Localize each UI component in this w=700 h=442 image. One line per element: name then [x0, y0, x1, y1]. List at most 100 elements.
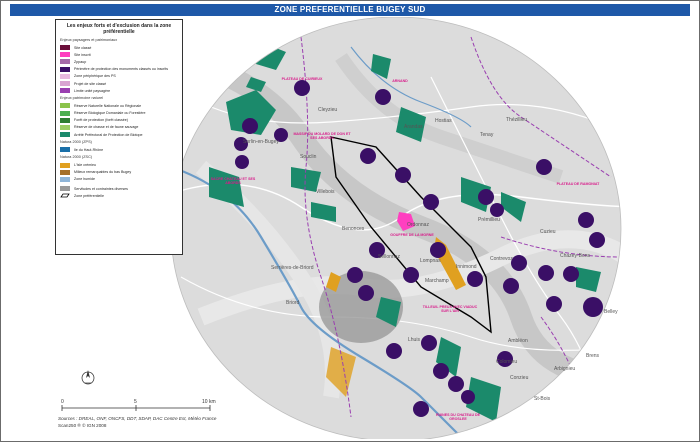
- legend-naturel-swatch: [60, 132, 70, 138]
- town-label: Belley: [604, 309, 618, 315]
- legend-paysage-swatch: [60, 81, 70, 87]
- town-label: Ordonnaz: [407, 222, 429, 228]
- town-label: Villebois: [316, 189, 335, 195]
- legend-paysage-swatch: [60, 59, 70, 65]
- town-label: Tenay: [480, 132, 494, 138]
- legend-paysage-item: Site inscrit: [60, 51, 178, 58]
- legend-naturel-label: Arrêté Préfectoral de Protection de Biot…: [74, 132, 143, 137]
- town-label: Prémillieu: [478, 217, 500, 223]
- legend-paysage-label: Limite unité paysagère: [74, 88, 111, 93]
- scale-bar: 0 5 10 km: [61, 399, 216, 411]
- legend-title: Les enjeux forts et d'exclusion dans la …: [66, 23, 172, 35]
- town-label: Lhuis: [408, 337, 420, 343]
- town-label: Benonces: [342, 226, 365, 232]
- legend-naturel-list: Réserve Naturelle Nationale ou Régionale…: [60, 102, 178, 138]
- town-label: Lompnas: [420, 258, 441, 264]
- town-label: Sellonnaz: [378, 254, 400, 260]
- legend-naturel-swatch: [60, 110, 70, 116]
- legend-paysage-label: Site inscrit: [74, 52, 91, 57]
- legend-naturel-item: Forêt de protection (forêt classée): [60, 117, 178, 124]
- legend-naturel-label: Forêt de protection (forêt classée): [74, 118, 128, 123]
- legend-paysage-swatch: [60, 66, 70, 72]
- north-arrow-icon: [81, 370, 95, 385]
- legend-section-paysage: Enjeux paysagers et patrimoniaux: [60, 38, 118, 42]
- town-label: Briord: [286, 300, 300, 306]
- legend-naturel-label: Réserve Naturelle Nationale ou Régionale: [74, 103, 142, 108]
- legend-item-zone-pref: Zone préférentielle: [60, 192, 178, 199]
- legend-paysage-swatch: [60, 45, 70, 51]
- map-title: ZONE PREFERENTIELLE BUGEY SUD: [10, 4, 690, 16]
- legend-naturel-swatch: [60, 124, 70, 130]
- town-label: Thézillieu: [506, 117, 528, 123]
- zone-outline-icon: [60, 193, 70, 198]
- town-label: Contrevoz: [490, 256, 513, 262]
- legend-paysage-label: Zppaup: [74, 59, 87, 64]
- town-label: Souclin: [300, 154, 317, 160]
- legend-section-zsc: Natura 2000 (ZSC): [60, 155, 93, 160]
- town-label: Marchamp: [425, 278, 449, 284]
- town-label: St-Bois: [534, 396, 551, 402]
- town-label: Colomieu: [496, 359, 518, 365]
- legend-zps-label: Ile du Haut-Rhône: [74, 147, 104, 152]
- legend-paysage-item: Site classé: [60, 44, 178, 51]
- town-label: Serrières-de-Briord: [271, 265, 314, 271]
- town-label: Arandas: [404, 124, 423, 130]
- town-label: Cuzieu: [540, 229, 556, 235]
- map-site-label: MASSIF DU MOLARD DE DON ET SES ABORDS: [293, 132, 351, 140]
- legend-paysage-label: Zone périphérique des PS: [74, 74, 116, 79]
- town-label: Conzieu: [510, 375, 529, 381]
- legend-paysage-label: Site classé: [74, 45, 92, 50]
- legend-naturel-item: Arrêté Préfectoral de Protection de Biot…: [60, 131, 178, 138]
- legend-paysage-label: Projet de site classé: [74, 81, 107, 86]
- town-label: Hostias: [435, 118, 452, 124]
- town-label: Chazey-Bons: [560, 253, 591, 259]
- legend-paysage-swatch: [60, 52, 70, 58]
- map-legend: Les enjeux forts et d'exclusion dans la …: [55, 19, 183, 255]
- legend-naturel-item: Réserve Naturelle Nationale ou Régionale: [60, 102, 178, 109]
- scale-tick-10: 10 km: [202, 399, 216, 405]
- legend-zsc-swatch: [60, 169, 70, 175]
- map-site-label: GOUFFRE DE LA MORNE: [390, 233, 434, 237]
- town-label: Brens: [586, 353, 600, 359]
- legend-section-naturel: Enjeux patrimoine naturel: [60, 96, 104, 101]
- legend-label-zone-pref: Zone préférentielle: [74, 193, 104, 198]
- legend-paysage-item: Limite unité paysagère: [60, 87, 178, 94]
- legend-zsc-swatch: [60, 176, 70, 182]
- legend-zps-item: Ile du Haut-Rhône: [60, 146, 178, 153]
- legend-naturel-item: Réserve de chasse et de faune sauvage: [60, 124, 178, 131]
- town-label: Arbignieu: [554, 366, 576, 372]
- legend-naturel-item: Réserve Biologique Domaniale ou Forestiè…: [60, 110, 178, 117]
- sources-credits: Sources : DREAL, ONF, ONCFS, DDT, SDAP, …: [58, 416, 217, 421]
- legend-paysage-item: Zone périphérique des PS: [60, 73, 178, 80]
- legend-swatch-servitudes: [60, 186, 70, 192]
- legend-naturel-swatch: [60, 103, 70, 109]
- legend-zsc-swatch: [60, 162, 70, 168]
- legend-naturel-label: Réserve de chasse et de faune sauvage: [74, 125, 139, 130]
- legend-paysage-swatch: [60, 73, 70, 79]
- legend-naturel-label: Réserve Biologique Domaniale ou Forestiè…: [74, 111, 146, 116]
- legend-paysage-list: Site classé Site inscrit Zppaup Périmètre d…: [60, 44, 178, 94]
- legend-paysage-item: Projet de site classé: [60, 80, 178, 87]
- legend-zsc-item: Milieux remarquables du bas Bugey: [60, 169, 178, 176]
- legend-zps-list: Ile du Haut-Rhône: [60, 146, 178, 153]
- legend-zsc-item: Zone humide: [60, 176, 178, 183]
- scale-tick-5: 5: [134, 399, 137, 405]
- legend-zsc-label: Milieux remarquables du bas Bugey: [74, 170, 132, 175]
- legend-zsc-item: L'Isle crémieu: [60, 161, 178, 168]
- map-site-label: PLATEAU DE RAMONIAT: [556, 182, 600, 186]
- legend-zsc-label: Zone humide: [74, 177, 95, 182]
- town-label: Cleyzieu: [318, 107, 338, 113]
- town-label: Innimond: [456, 264, 477, 270]
- map-site-label: SACRE CHATEAU ET SES ABORDS: [210, 177, 256, 185]
- town-label: Sorlin-en-Bugey: [243, 139, 279, 145]
- scale-tick-0: 0: [61, 399, 64, 405]
- map-site-label: RUINES DU CHATEAU DE GROSLEE: [435, 413, 481, 421]
- town-label: Ambléon: [508, 338, 528, 344]
- legend-paysage-item: Périmètre de protection des monuments cl…: [60, 66, 178, 73]
- legend-item-servitudes: Servitudes et contraintes diverses: [60, 185, 178, 192]
- legend-naturel-swatch: [60, 117, 70, 123]
- map-site-label: ARNAND: [392, 79, 408, 83]
- scan-credits: Scan250 ® © IGN 2008: [58, 423, 107, 428]
- map-site-label: PLATEAU DE CUIRIEUX: [281, 77, 323, 81]
- legend-label-servitudes: Servitudes et contraintes diverses: [74, 186, 128, 191]
